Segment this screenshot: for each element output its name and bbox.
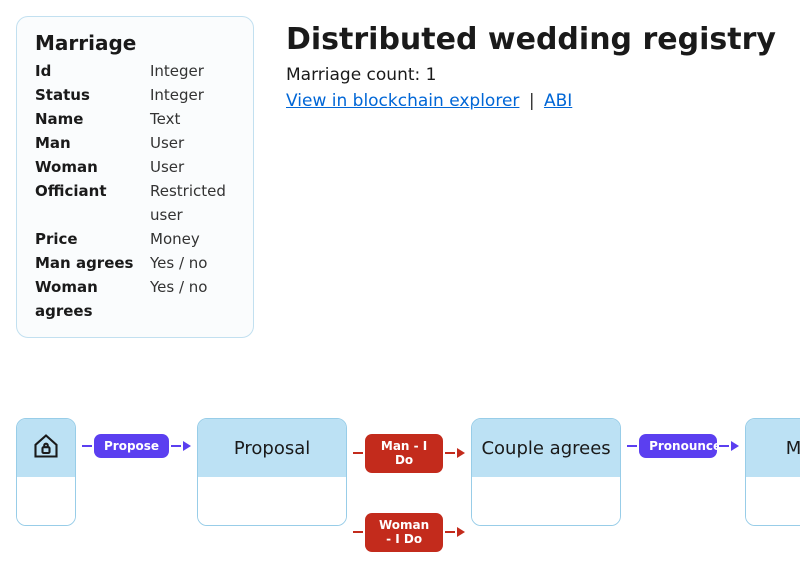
field-type: Money	[150, 227, 200, 251]
field-label: Id	[35, 59, 150, 83]
link-separator: |	[525, 91, 539, 111]
field-row: StatusInteger	[35, 83, 235, 107]
state-married: Married	[745, 418, 800, 526]
arrow-propose: Propose	[82, 434, 191, 458]
field-type: User	[150, 155, 184, 179]
state-initial	[16, 418, 76, 526]
field-label: Officiant	[35, 179, 150, 227]
field-type: Yes / no	[150, 251, 208, 275]
lock-house-icon	[32, 432, 60, 465]
field-type: Text	[150, 107, 180, 131]
arrow-man-ido: Man - I Do	[353, 434, 465, 473]
field-row: ManUser	[35, 131, 235, 155]
page-title: Distributed wedding registry	[286, 22, 776, 57]
field-label: Woman agrees	[35, 275, 150, 323]
field-label: Man	[35, 131, 150, 155]
field-row: NameText	[35, 107, 235, 131]
field-label: Woman	[35, 155, 150, 179]
field-label: Name	[35, 107, 150, 131]
field-row: IdInteger	[35, 59, 235, 83]
field-label: Status	[35, 83, 150, 107]
field-row: Man agreesYes / no	[35, 251, 235, 275]
field-row: WomanUser	[35, 155, 235, 179]
arrow-woman-ido: Woman - I Do	[353, 513, 465, 552]
state-proposal: Proposal	[197, 418, 347, 526]
state-couple-agrees: Couple agrees	[471, 418, 621, 526]
field-label: Price	[35, 227, 150, 251]
entity-title: Marriage	[35, 31, 235, 55]
arrow-pronounce: Pronounce	[627, 434, 739, 458]
field-row: Woman agreesYes / no	[35, 275, 235, 323]
field-type: Yes / no	[150, 275, 208, 323]
field-row: PriceMoney	[35, 227, 235, 251]
field-type: Restricted user	[150, 179, 235, 227]
entity-card: Marriage IdIntegerStatusIntegerNameTextM…	[16, 16, 254, 338]
field-label: Man agrees	[35, 251, 150, 275]
explorer-link[interactable]: View in blockchain explorer	[286, 91, 519, 111]
abi-link[interactable]: ABI	[544, 91, 572, 111]
field-type: User	[150, 131, 184, 155]
state-flow: Propose Proposal Man - I Do Woman - I Do…	[16, 418, 784, 552]
field-type: Integer	[150, 83, 204, 107]
field-row: OfficiantRestricted user	[35, 179, 235, 227]
count-line: Marriage count: 1	[286, 65, 776, 85]
field-type: Integer	[150, 59, 204, 83]
